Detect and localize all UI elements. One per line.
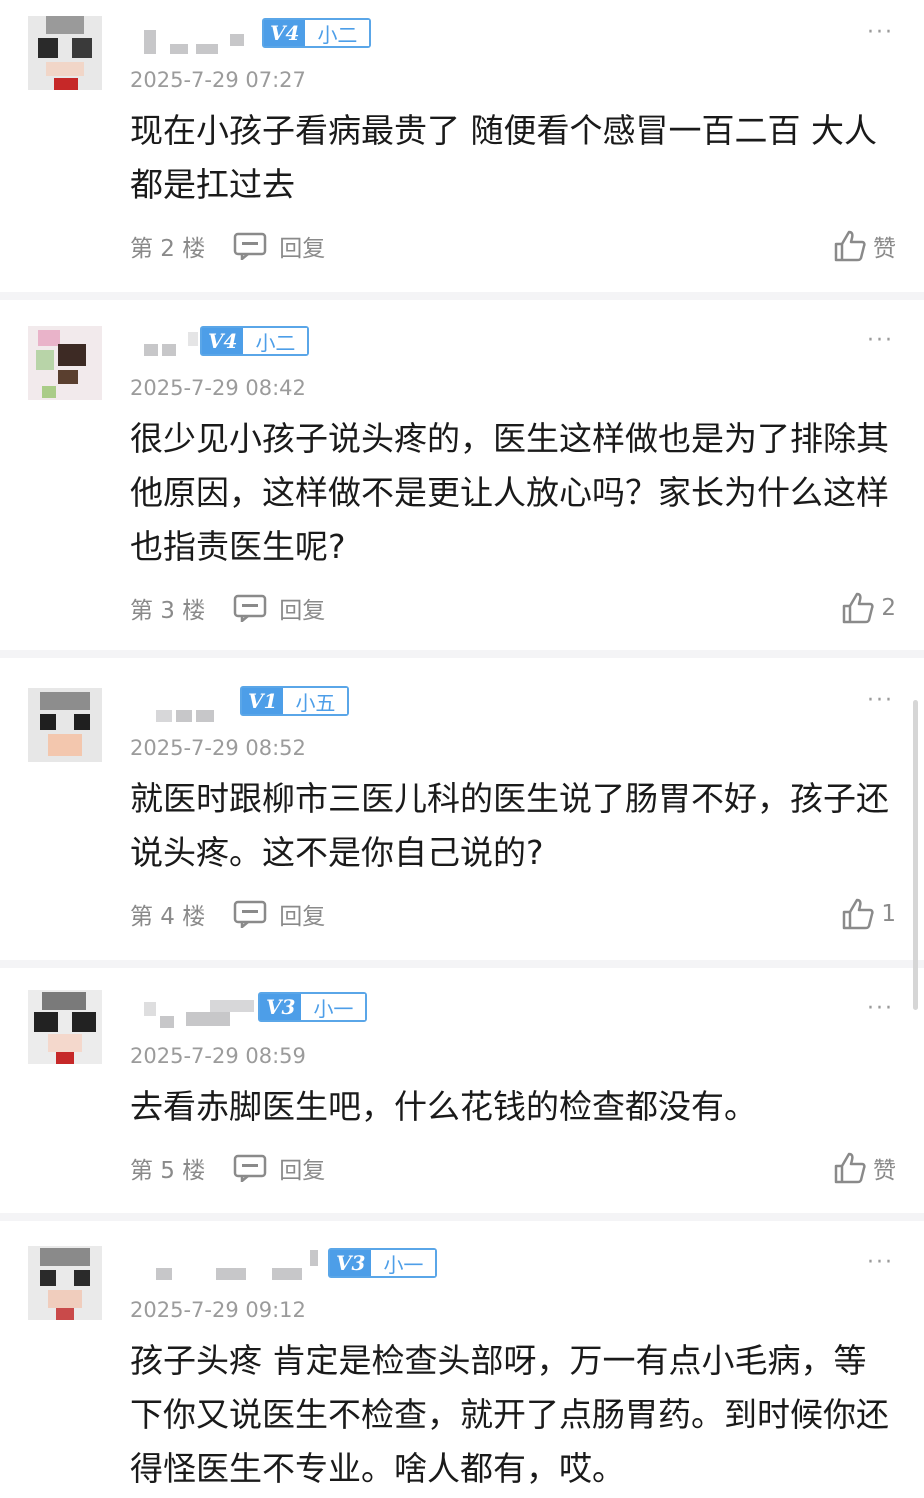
avatar[interactable] [28, 1246, 102, 1320]
reply-label: 回复 [279, 1158, 326, 1184]
like-button[interactable]: 2 [841, 588, 896, 628]
more-options-icon[interactable]: ··· [867, 996, 894, 1021]
like-count: 赞 [873, 236, 896, 262]
thumbs-up-icon [834, 230, 866, 262]
like-count: 1 [881, 901, 896, 927]
level-title: 小一 [371, 1250, 436, 1277]
avatar[interactable] [28, 990, 102, 1064]
comment-item: V3 小一 ··· 2025-7-29 08:59 去看赤脚医生吧，什么花钱的检… [0, 968, 924, 1211]
timestamp: 2025-7-29 07:27 [130, 68, 306, 92]
comment-item: V1 小五 ··· 2025-7-29 08:52 就医时跟柳市三医儿科的医生说… [0, 660, 924, 960]
comment-text: 孩子头疼 肯定是检查头部呀，万一有点小毛病，等下你又说医生不检查，就开了点肠胃药… [130, 1341, 889, 1488]
reply-icon [234, 900, 267, 928]
comment-meta: 第 2 楼 回复 [130, 226, 325, 266]
comment-meta: 第 4 楼 回复 [130, 894, 325, 934]
comment-meta: 第 3 楼 回复 [130, 588, 325, 628]
reply-button[interactable]: 回复 [233, 229, 325, 263]
divider [0, 960, 924, 968]
reply-label: 回复 [279, 904, 326, 930]
level-label: V1 [242, 688, 284, 714]
level-title: 小二 [305, 20, 370, 47]
comment-text: 就医时跟柳市三医儿科的医生说了肠胃不好，孩子还说头疼。这不是你自己说的? [130, 779, 889, 872]
thumbs-up-icon [834, 1152, 866, 1184]
floor-label: 第 3 楼 [130, 598, 206, 624]
level-label: V3 [260, 994, 302, 1020]
scrollbar[interactable] [913, 700, 918, 1010]
more-options-icon[interactable]: ··· [867, 1250, 894, 1275]
avatar[interactable] [28, 688, 102, 762]
user-level-badge: V1 小五 [240, 686, 350, 716]
thumbs-up-icon [843, 898, 874, 930]
comment-item: V4 小二 ··· 2025-7-29 07:27 现在小孩子看病最贵了 随便看… [0, 0, 924, 292]
user-level-badge: V3 小一 [328, 1248, 438, 1278]
reply-label: 回复 [279, 236, 326, 262]
level-title: 小五 [283, 688, 348, 715]
like-button[interactable]: 赞 [833, 1148, 896, 1188]
comment-item: V3 小一 ··· 2025-7-29 09:12 孩子头疼 肯定是检查头部呀，… [0, 1222, 924, 1498]
comment-text: 去看赤脚医生吧，什么花钱的检查都没有。 [130, 1087, 757, 1126]
level-title: 小二 [243, 328, 308, 355]
reply-button[interactable]: 回复 [233, 1151, 325, 1185]
reply-icon [234, 594, 267, 622]
floor-label: 第 5 楼 [130, 1158, 206, 1184]
divider [0, 292, 924, 300]
like-count: 2 [881, 595, 896, 621]
user-level-badge: V4 小二 [262, 18, 372, 48]
more-options-icon[interactable]: ··· [867, 20, 894, 45]
reply-icon [234, 1154, 267, 1182]
reply-button[interactable]: 回复 [233, 897, 325, 931]
like-count: 赞 [873, 1158, 896, 1184]
comment-text: 很少见小孩子说头疼的，医生这样做也是为了排除其他原因，这样做不是更让人放心吗？家… [130, 419, 889, 566]
comment-meta: 第 5 楼 回复 [130, 1148, 325, 1188]
comment-item: V4 小二 ··· 2025-7-29 08:42 很少见小孩子说头疼的，医生这… [0, 300, 924, 650]
timestamp: 2025-7-29 09:12 [130, 1298, 306, 1322]
floor-label: 第 4 楼 [130, 904, 206, 930]
more-options-icon[interactable]: ··· [867, 688, 894, 713]
more-options-icon[interactable]: ··· [867, 328, 894, 353]
user-level-badge: V4 小二 [200, 326, 310, 356]
avatar[interactable] [28, 16, 102, 90]
level-label: V3 [330, 1250, 372, 1276]
timestamp: 2025-7-29 08:59 [130, 1044, 306, 1068]
level-label: V4 [202, 328, 244, 354]
reply-label: 回复 [279, 598, 326, 624]
like-button[interactable]: 1 [841, 894, 896, 934]
reply-button[interactable]: 回复 [233, 591, 325, 625]
avatar[interactable] [28, 326, 102, 400]
level-label: V4 [264, 20, 306, 46]
floor-label: 第 2 楼 [130, 236, 206, 262]
user-level-badge: V3 小一 [258, 992, 368, 1022]
comment-text: 现在小孩子看病最贵了 随便看个感冒一百二百 大人都是扛过去 [130, 111, 877, 204]
like-button[interactable]: 赞 [833, 226, 896, 266]
timestamp: 2025-7-29 08:42 [130, 376, 306, 400]
thumbs-up-icon [843, 592, 874, 624]
level-title: 小一 [301, 994, 366, 1021]
divider [0, 650, 924, 658]
reply-icon [234, 232, 267, 260]
timestamp: 2025-7-29 08:52 [130, 736, 306, 760]
divider [0, 1213, 924, 1221]
